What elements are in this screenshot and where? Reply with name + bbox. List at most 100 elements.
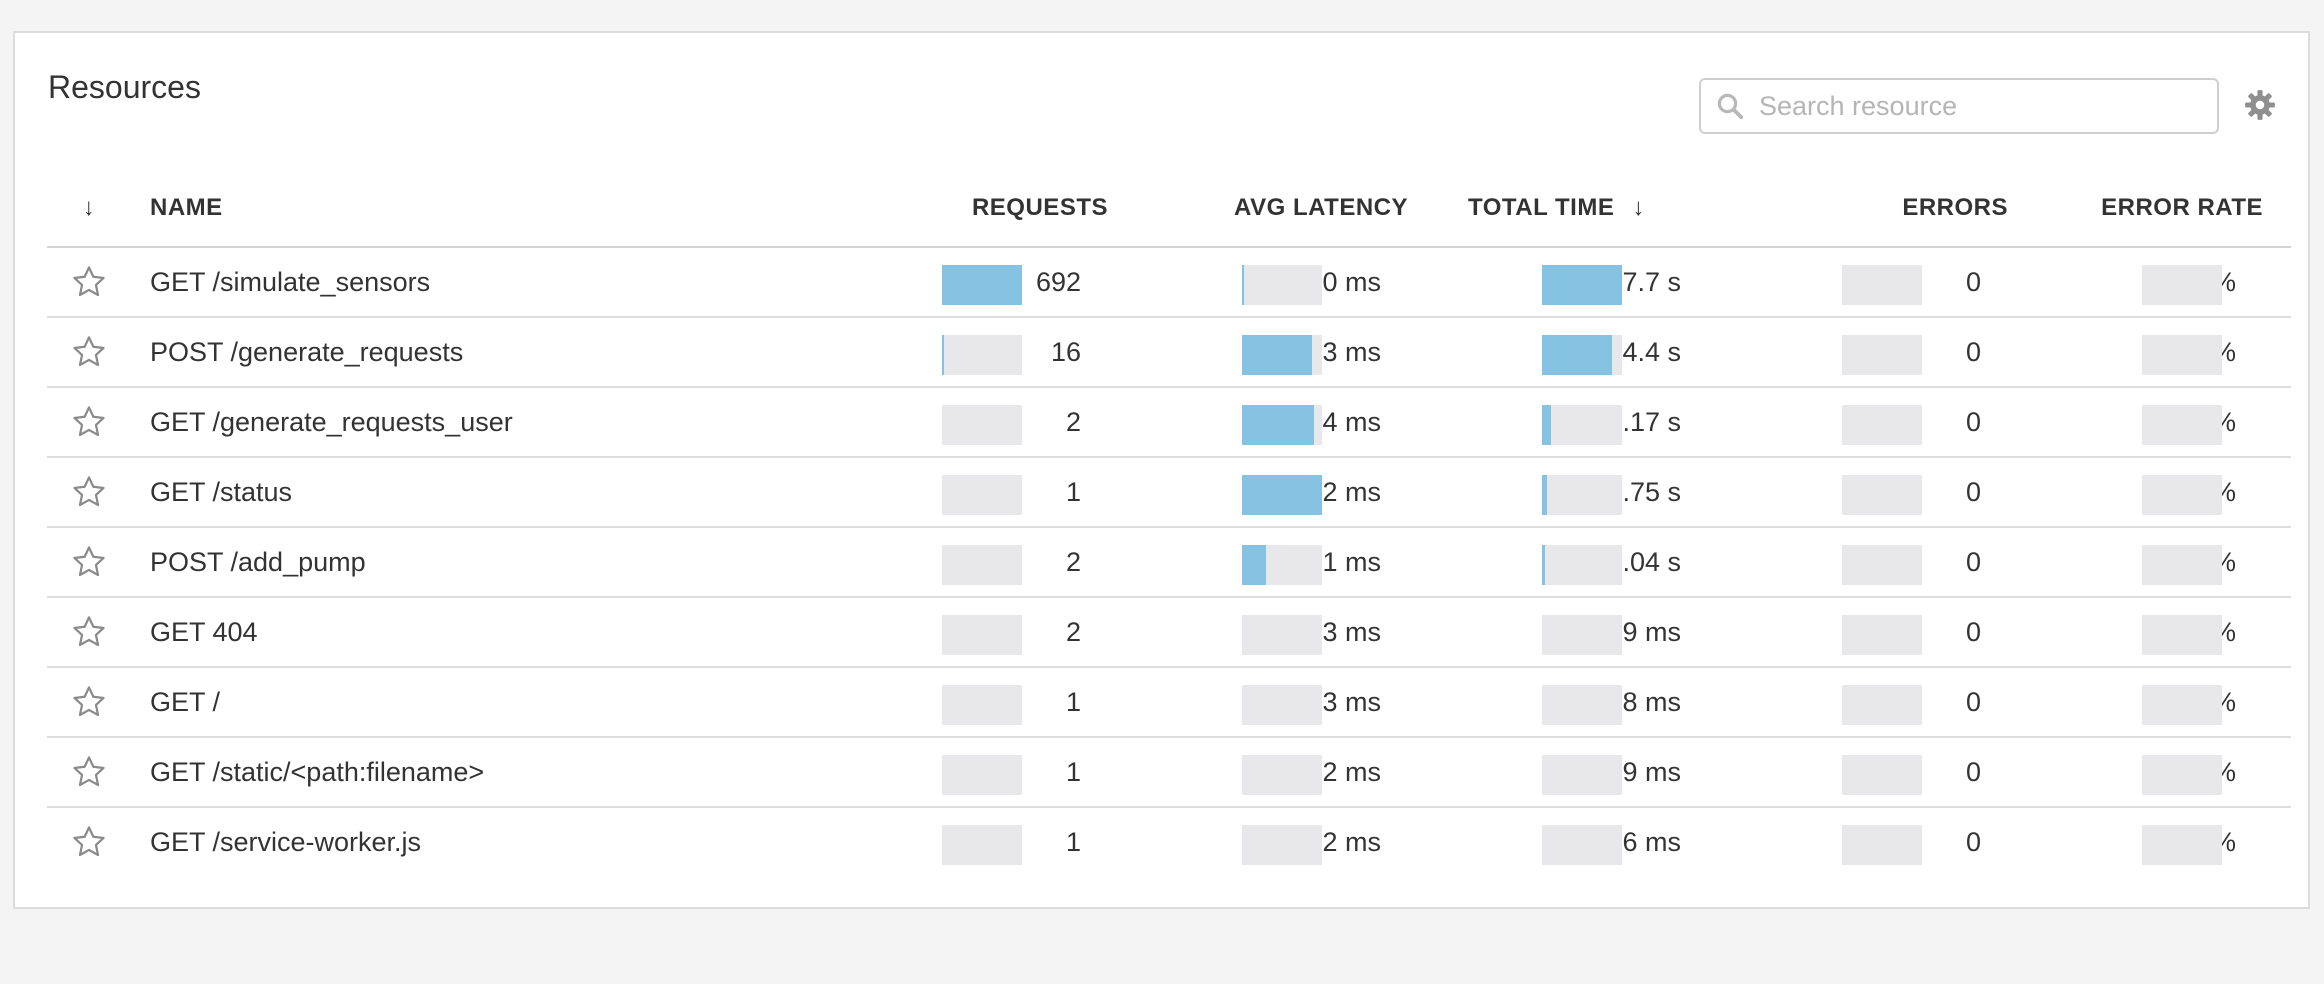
resource-name[interactable]: POST /generate_requests <box>150 318 463 386</box>
requests-bar <box>942 335 1022 375</box>
table-row[interactable]: GET 40423 ms6.19 ms00% <box>47 598 2291 668</box>
requests-column-header[interactable]: REQUESTS <box>972 168 1108 248</box>
total-time-column-header[interactable]: TOTAL TIME ↓ <box>1468 168 1645 248</box>
search-icon <box>1717 93 1744 120</box>
resources-table: ↓ NAME REQUESTS AVG LATENCY TOTAL TIME ↓ … <box>47 168 2291 878</box>
error-rate-bar <box>2142 685 2222 725</box>
errors-value: 0 <box>1965 687 1981 717</box>
error-rate-bar <box>2142 475 2222 515</box>
total-time-bar-fill <box>1542 335 1612 375</box>
favorite-star-button[interactable] <box>69 808 109 876</box>
errors-bar <box>1842 825 1922 865</box>
requests-value: 1 <box>1065 757 1081 787</box>
error-rate-bar <box>2142 615 2222 655</box>
requests-bar <box>942 545 1022 585</box>
avg-latency-bar <box>1242 265 1322 305</box>
errors-bar <box>1842 405 1922 445</box>
avg-latency-value: 3 ms <box>1322 687 1381 717</box>
error-rate-bar <box>2142 335 2222 375</box>
name-column-header[interactable]: NAME <box>150 168 223 248</box>
error-rate-bar <box>2142 755 2222 795</box>
star-outline-icon <box>73 756 105 787</box>
resource-name[interactable]: GET /static/<path:filename> <box>150 738 484 806</box>
requests-bar <box>942 685 1022 725</box>
total-time-bar <box>1542 545 1622 585</box>
errors-value: 0 <box>1965 547 1981 577</box>
requests-value: 692 <box>1035 267 1081 297</box>
errors-value: 0 <box>1965 477 1981 507</box>
requests-value: 2 <box>1065 547 1081 577</box>
favorite-star-button[interactable] <box>69 668 109 736</box>
requests-value: 1 <box>1065 687 1081 717</box>
requests-bar <box>942 755 1022 795</box>
table-row[interactable]: GET /simulate_sensors69240 ms27.7 s00% <box>47 248 2291 318</box>
requests-value: 2 <box>1065 617 1081 647</box>
errors-value: 0 <box>1965 267 1981 297</box>
error-rate-bar <box>2142 825 2222 865</box>
star-outline-icon <box>73 616 105 647</box>
favorite-star-button[interactable] <box>69 528 109 596</box>
total-time-bar <box>1542 265 1622 305</box>
total-time-bar-fill <box>1542 475 1547 515</box>
table-row[interactable]: GET /generate_requests_user 2 1584 ms 3.17 … <box>47 388 2291 458</box>
table-row[interactable]: GET /status11752 ms1.75 s00% <box>47 458 2291 528</box>
avg-latency-bar <box>1242 545 1322 585</box>
resource-name[interactable]: GET /status <box>150 458 292 526</box>
favorite-star-button[interactable] <box>69 738 109 806</box>
star-outline-icon <box>73 336 105 367</box>
requests-value: 1 <box>1065 827 1081 857</box>
avg-latency-column-header[interactable]: AVG LATENCY <box>1234 168 1408 248</box>
sort-column-header[interactable]: ↓ <box>69 168 109 248</box>
errors-bar <box>1842 685 1922 725</box>
total-time-bar <box>1542 405 1622 445</box>
resource-name[interactable]: GET /service-worker.js <box>150 808 421 876</box>
star-outline-icon <box>73 686 105 717</box>
gear-icon[interactable] <box>2243 88 2277 122</box>
sort-desc-icon: ↓ <box>1632 194 1645 221</box>
star-outline-icon <box>73 406 105 437</box>
errors-column-header[interactable]: ERRORS <box>1902 168 2008 248</box>
error-rate-column-header[interactable]: ERROR RATE <box>2101 168 2263 248</box>
requests-value: 1 <box>1065 477 1081 507</box>
avg-latency-bar <box>1242 755 1322 795</box>
resource-name[interactable]: GET /generate_requests_user <box>150 388 513 456</box>
requests-bar-fill <box>942 335 944 375</box>
table-body: GET /simulate_sensors69240 ms27.7 s00%PO… <box>47 248 2291 878</box>
table-row[interactable]: GET /static/<path:filename> 1 2 ms 2.29 ms 0… <box>47 738 2291 808</box>
favorite-star-button[interactable] <box>69 248 109 316</box>
table-row[interactable]: POST /add_pump2521 ms1.04 s00% <box>47 528 2291 598</box>
error-rate-bar <box>2142 545 2222 585</box>
search-input[interactable] <box>1759 90 2199 122</box>
resource-name[interactable]: POST /add_pump <box>150 528 366 596</box>
star-outline-icon <box>73 826 105 857</box>
total-time-bar <box>1542 685 1622 725</box>
error-rate-bar <box>2142 405 2222 445</box>
total-time-label: TOTAL TIME <box>1468 194 1615 221</box>
error-rate-bar <box>2142 265 2222 305</box>
table-row[interactable]: GET /13 ms3.08 ms00% <box>47 668 2291 738</box>
errors-bar <box>1842 335 1922 375</box>
errors-value: 0 <box>1965 827 1981 857</box>
errors-bar <box>1842 545 1922 585</box>
errors-bar <box>1842 265 1922 305</box>
favorite-star-button[interactable] <box>69 458 109 526</box>
requests-bar-fill <box>942 265 1022 305</box>
resources-panel: Resources ↓ NAME REQUESTS AVG LATENCY <box>13 31 2310 909</box>
avg-latency-bar <box>1242 685 1322 725</box>
search-box[interactable] <box>1699 78 2219 134</box>
table-row[interactable]: GET /service-worker.js12 ms1.76 ms00% <box>47 808 2291 878</box>
errors-value: 0 <box>1965 337 1981 367</box>
favorite-star-button[interactable] <box>69 598 109 666</box>
total-time-bar <box>1542 475 1622 515</box>
avg-latency-bar-fill <box>1242 405 1314 445</box>
star-outline-icon <box>73 546 105 577</box>
resource-name[interactable]: GET /simulate_sensors <box>150 248 430 316</box>
resource-name[interactable]: GET / <box>150 668 220 736</box>
resource-name[interactable]: GET 404 <box>150 598 258 666</box>
total-time-bar-fill <box>1542 265 1622 305</box>
total-time-bar <box>1542 615 1622 655</box>
table-row[interactable]: POST /generate_requests161523 ms24.4 s00… <box>47 318 2291 388</box>
favorite-star-button[interactable] <box>69 318 109 386</box>
favorite-star-button[interactable] <box>69 388 109 456</box>
total-time-bar <box>1542 755 1622 795</box>
